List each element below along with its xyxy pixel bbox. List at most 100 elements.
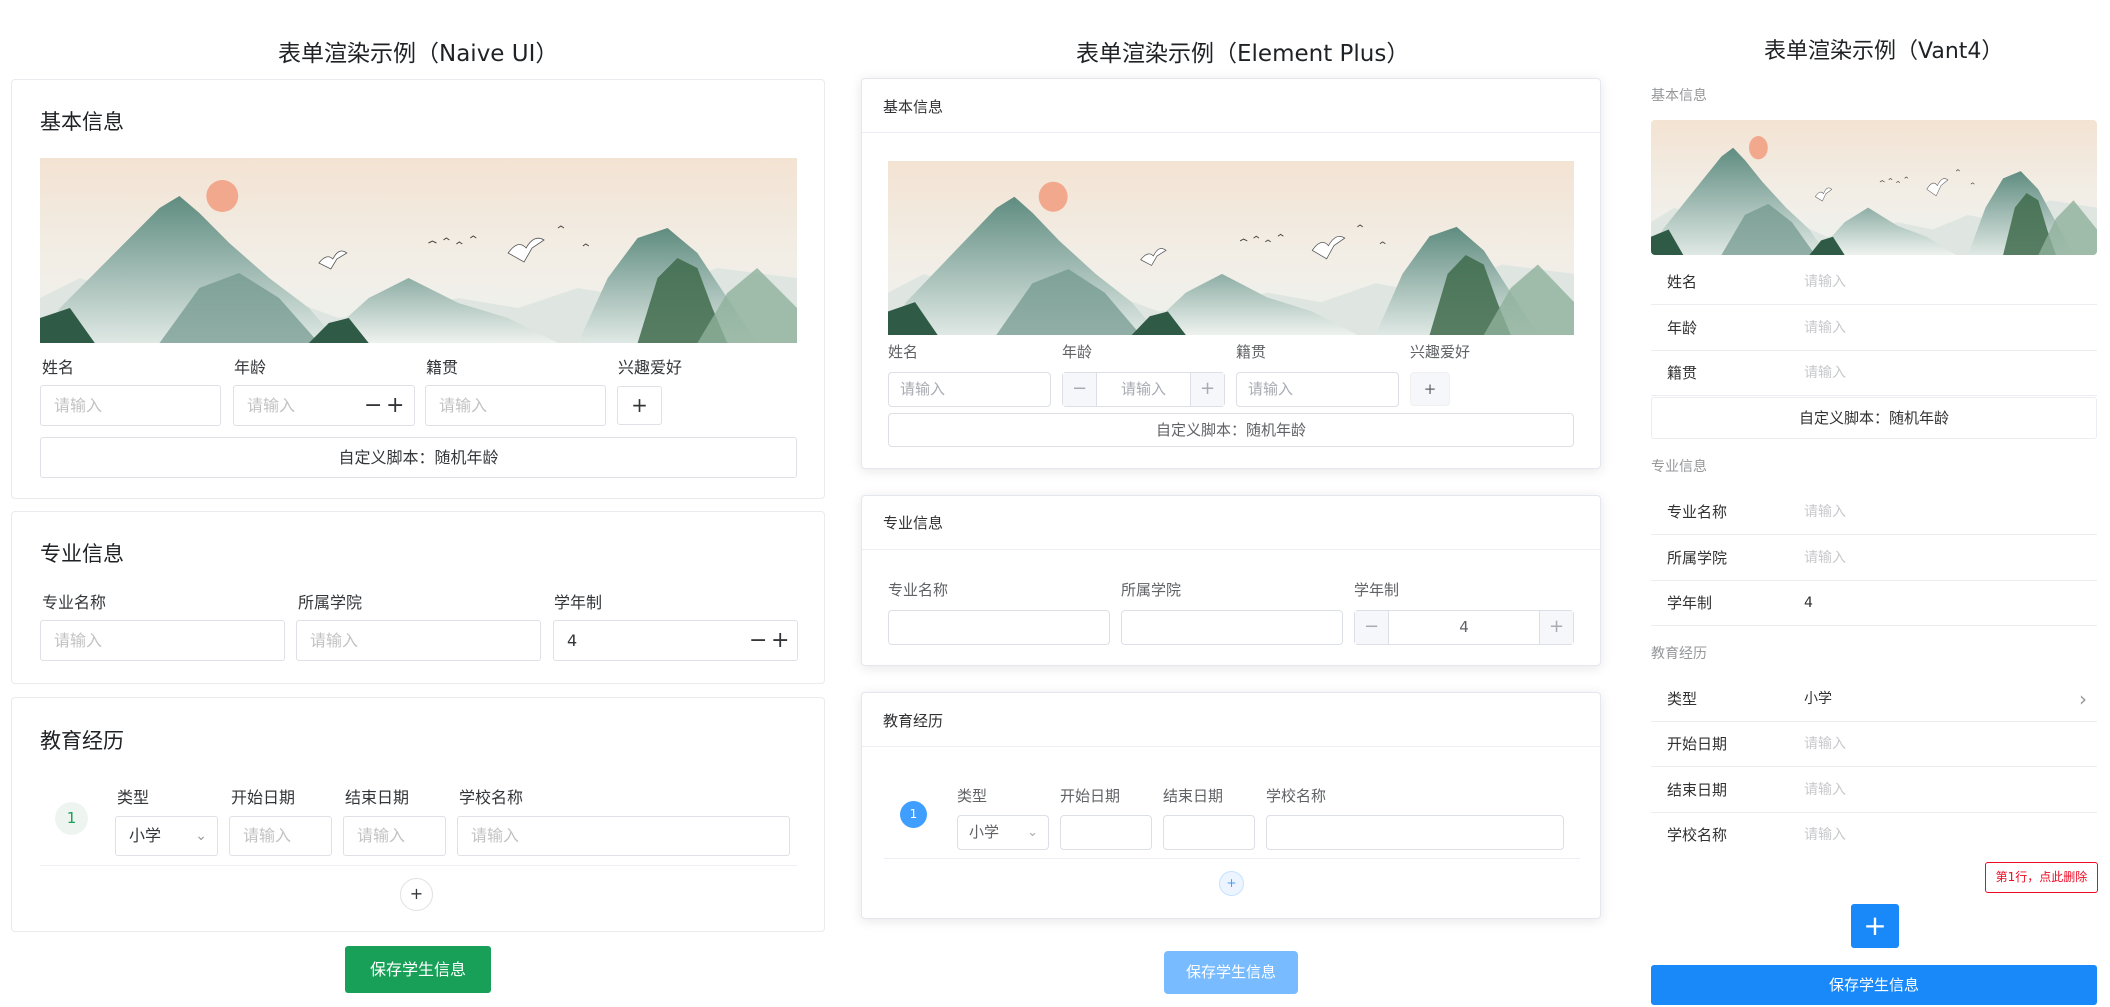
vant-major-cell[interactable]: 专业名称 请输入 <box>1651 490 2097 535</box>
vant-cell-label: 年龄 <box>1667 319 1698 337</box>
naive-edu-start-input[interactable]: 请输入 <box>229 816 332 856</box>
naive-major-card: 专业信息 专业名称 所属学院 学年制 请输入 请输入 4 − + <box>11 511 825 684</box>
naive-years-minus-button[interactable]: − <box>749 621 767 660</box>
naive-random-age-button[interactable]: 自定义脚本：随机年龄 <box>40 437 797 478</box>
element-name-label: 姓名 <box>888 343 919 361</box>
vant-cell-label: 学年制 <box>1667 594 1713 612</box>
naive-hometown-input[interactable]: 请输入 <box>425 385 606 426</box>
vant-column: 表单渲染示例（Vant4） 基本信息 姓名 请输入 年龄 请输入 籍贯 请输入 … <box>1640 0 2110 1007</box>
naive-years-label: 学年制 <box>554 593 603 612</box>
element-column: 表单渲染示例（Element Plus） 基本信息 姓名 年龄 籍贯 兴趣爱好 … <box>850 0 1620 1007</box>
element-hometown-input[interactable]: 请输入 <box>1236 372 1399 407</box>
vant-edu-cell[interactable]: 学校名称 请输入 <box>1651 813 2097 858</box>
naive-edu-card: 教育经历 1 类型 开始日期 结束日期 学校名称 小学 ⌄ 请输入 请输入 请输… <box>11 697 825 932</box>
element-hometown-label: 籍贯 <box>1236 343 1267 361</box>
vant-cell-value: 请输入 <box>1804 504 1846 520</box>
vant-save-button[interactable]: 保存学生信息 <box>1651 965 2097 1005</box>
naive-basic-card: 基本信息 姓名 年龄 籍贯 兴趣爱好 请输入 请输入 − + 请输入 + 自定义… <box>11 79 825 499</box>
element-years-label: 学年制 <box>1354 581 1400 599</box>
element-edu-start-label: 开始日期 <box>1060 787 1121 805</box>
element-edu-add-row-button[interactable]: + <box>1219 871 1244 896</box>
vant-add-row-button[interactable]: + <box>1851 904 1899 948</box>
vant-cell-label: 姓名 <box>1667 273 1698 291</box>
vant-basic-cell[interactable]: 籍贯 请输入 <box>1651 351 2097 396</box>
vant-basic-cell[interactable]: 姓名 请输入 <box>1651 260 2097 305</box>
naive-edu-add-row-button[interactable]: + <box>400 878 433 911</box>
naive-age-placeholder: 请输入 <box>247 396 296 415</box>
naive-edu-start-label: 开始日期 <box>231 788 296 807</box>
element-years-plus-button[interactable]: + <box>1539 611 1573 644</box>
element-age-label: 年龄 <box>1062 343 1093 361</box>
vant-cell-label: 所属学院 <box>1667 549 1728 567</box>
element-random-age-button[interactable]: 自定义脚本：随机年龄 <box>888 413 1574 447</box>
element-age-minus-button[interactable]: − <box>1063 373 1097 406</box>
naive-edu-end-label: 结束日期 <box>345 788 410 807</box>
naive-college-input[interactable]: 请输入 <box>296 620 541 661</box>
naive-basic-title: 基本信息 <box>40 110 124 134</box>
element-edu-end-input[interactable] <box>1163 815 1255 850</box>
element-edu-title: 教育经历 <box>883 712 944 730</box>
element-hobby-add-button[interactable]: + <box>1410 372 1450 406</box>
element-hobby-label: 兴趣爱好 <box>1410 343 1471 361</box>
naive-edu-divider <box>40 865 797 866</box>
element-edu-end-label: 结束日期 <box>1163 787 1224 805</box>
naive-edu-school-input[interactable]: 请输入 <box>457 816 790 856</box>
vant-cell-value: 请输入 <box>1804 736 1846 752</box>
naive-age-minus-button[interactable]: − <box>364 386 382 425</box>
naive-age-label: 年龄 <box>234 358 267 377</box>
vant-cell-value: 请输入 <box>1804 274 1846 290</box>
vant-major-cell[interactable]: 学年制 4 <box>1651 581 2097 626</box>
naive-years-stepper[interactable]: 4 − + <box>553 620 798 661</box>
vant-major-cell[interactable]: 所属学院 请输入 <box>1651 536 2097 581</box>
element-college-input[interactable] <box>1121 610 1343 645</box>
element-save-button[interactable]: 保存学生信息 <box>1164 951 1298 994</box>
element-edu-school-input[interactable] <box>1266 815 1564 850</box>
vant-cell-value: 请输入 <box>1804 827 1846 843</box>
vant-cell-label: 类型 <box>1667 690 1698 708</box>
vant-cell-value: 请输入 <box>1804 320 1846 336</box>
element-years-minus-button[interactable]: − <box>1355 611 1389 644</box>
naive-name-input[interactable]: 请输入 <box>40 385 221 426</box>
vant-basic-cell[interactable]: 年龄 请输入 <box>1651 306 2097 351</box>
vant-basic-title: 基本信息 <box>1651 88 1707 104</box>
chevron-down-icon: ⌄ <box>1027 825 1038 840</box>
naive-hobby-label: 兴趣爱好 <box>618 358 683 377</box>
naive-age-stepper[interactable]: 请输入 − + <box>233 385 415 426</box>
vant-major-title: 专业信息 <box>1651 459 1707 475</box>
element-title: 表单渲染示例（Element Plus） <box>1076 41 1410 67</box>
vant-edu-type-cell[interactable]: 类型 小学 › <box>1651 677 2097 722</box>
vant-delete-row-button[interactable]: 第1行，点此删除 <box>1985 862 2098 893</box>
vant-edu-title: 教育经历 <box>1651 646 1707 662</box>
element-edu-type-select[interactable]: 小学 ⌄ <box>957 815 1049 850</box>
element-age-stepper[interactable]: − 请输入 + <box>1062 372 1225 407</box>
naive-years-plus-button[interactable]: + <box>771 621 789 660</box>
element-edu-divider <box>884 858 1580 859</box>
vant-cell-value: 请输入 <box>1804 550 1846 566</box>
naive-title: 表单渲染示例（Naive UI） <box>278 41 559 67</box>
vant-title: 表单渲染示例（Vant4） <box>1764 39 2004 64</box>
element-edu-header: 教育经历 <box>862 693 1600 747</box>
element-age-placeholder: 请输入 <box>1120 380 1166 398</box>
element-name-input[interactable]: 请输入 <box>888 372 1051 407</box>
naive-save-button[interactable]: 保存学生信息 <box>345 946 491 993</box>
element-major-card: 专业信息 专业名称 所属学院 学年制 − 4 + <box>861 495 1601 666</box>
vant-edu-cell[interactable]: 开始日期 请输入 <box>1651 722 2097 767</box>
naive-edu-title: 教育经历 <box>40 729 124 753</box>
naive-edu-end-input[interactable]: 请输入 <box>343 816 446 856</box>
naive-age-plus-button[interactable]: + <box>386 386 404 425</box>
vant-edu-cell[interactable]: 结束日期 请输入 <box>1651 768 2097 813</box>
naive-hobby-add-button[interactable]: + <box>617 386 662 425</box>
element-basic-title: 基本信息 <box>883 98 944 116</box>
element-years-stepper[interactable]: − 4 + <box>1354 610 1574 645</box>
naive-edu-type-select[interactable]: 小学 ⌄ <box>115 816 218 856</box>
element-age-plus-button[interactable]: + <box>1190 373 1224 406</box>
vant-random-age-button[interactable]: 自定义脚本：随机年龄 <box>1651 397 2097 439</box>
naive-major-input[interactable]: 请输入 <box>40 620 285 661</box>
landscape-banner-image <box>1651 120 2097 255</box>
naive-major-label: 专业名称 <box>42 593 107 612</box>
element-edu-start-input[interactable] <box>1060 815 1152 850</box>
landscape-banner-image <box>888 161 1574 335</box>
naive-edu-school-label: 学校名称 <box>459 788 524 807</box>
element-basic-header: 基本信息 <box>862 79 1600 133</box>
element-major-input[interactable] <box>888 610 1110 645</box>
